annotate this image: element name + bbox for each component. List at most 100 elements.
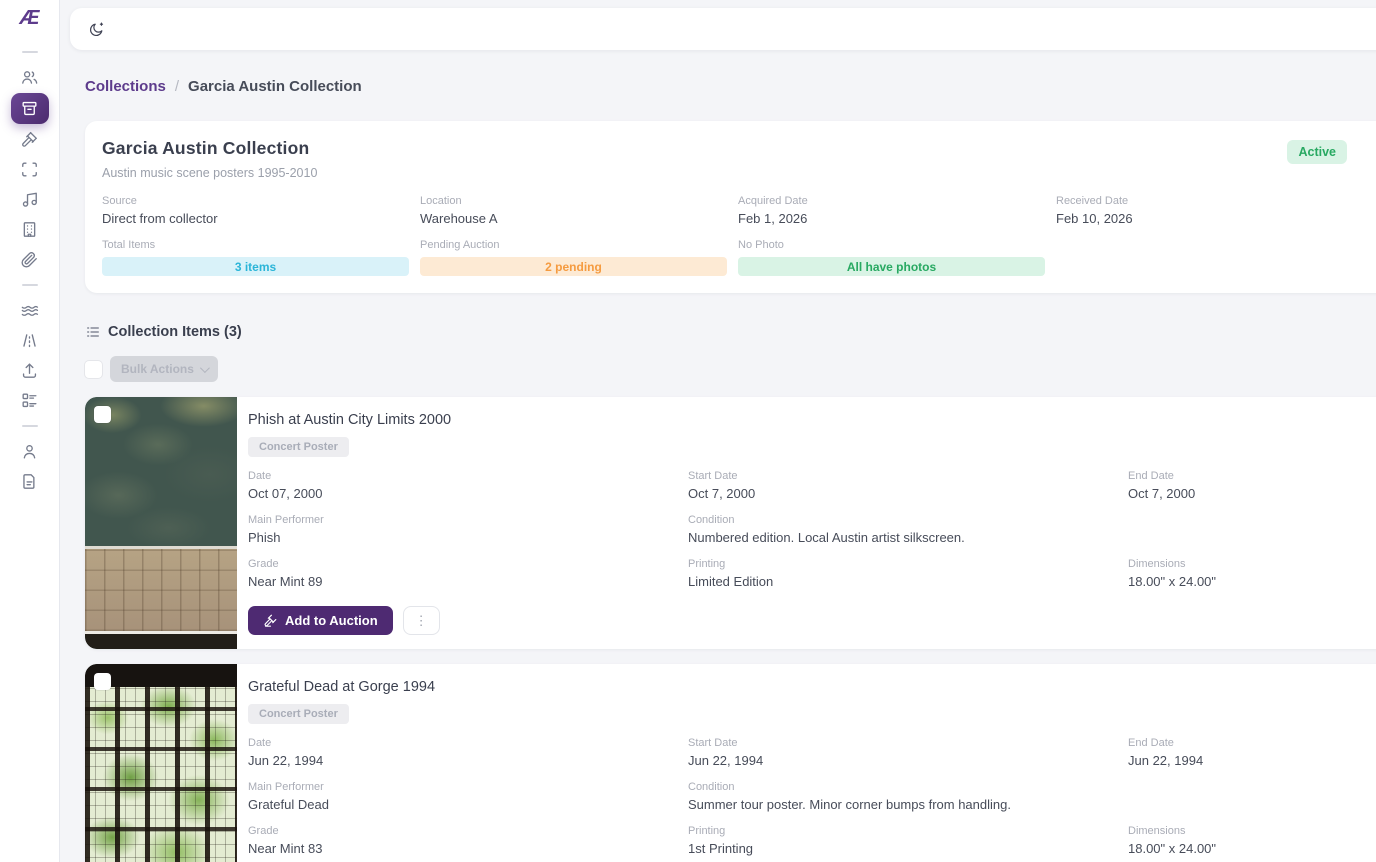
sidebar-item-music[interactable] xyxy=(11,185,49,214)
field-value: Feb 10, 2026 xyxy=(1056,211,1374,226)
collection-fields: Source Direct from collector Location Wa… xyxy=(102,195,1374,226)
add-to-auction-button[interactable]: Add to Auction xyxy=(248,606,393,635)
divider xyxy=(22,51,38,53)
item-fields: DateOct 07, 2000 Start DateOct 7, 2000 E… xyxy=(248,470,1376,589)
music-note-icon xyxy=(20,190,39,209)
field: GradeNear Mint 83 xyxy=(248,825,688,856)
bulk-actions-label: Bulk Actions xyxy=(121,362,194,376)
item-body: Phish at Austin City Limits 2000 Concert… xyxy=(237,397,1376,649)
sidebar-item-profile[interactable] xyxy=(11,437,49,466)
topbar xyxy=(70,8,1376,50)
item-thumbnail[interactable] xyxy=(85,664,237,862)
item-card: Phish at Austin City Limits 2000 Concert… xyxy=(85,397,1376,649)
item-checkbox[interactable] xyxy=(94,673,111,690)
bulk-actions-button[interactable]: Bulk Actions xyxy=(110,356,218,382)
road-icon xyxy=(20,331,39,350)
breadcrumb-separator: / xyxy=(175,78,179,95)
sidebar-item-users[interactable] xyxy=(11,63,49,92)
field xyxy=(1128,781,1376,812)
items-section-title: Collection Items (3) xyxy=(108,324,242,340)
field: DateJun 22, 1994 xyxy=(248,737,688,768)
waves-icon xyxy=(20,301,39,320)
breadcrumb: Collections / Garcia Austin Collection xyxy=(85,78,1376,95)
stat-total-items: Total Items 3 items xyxy=(102,239,420,276)
item-menu-button[interactable]: ⋮ xyxy=(403,606,440,635)
breadcrumb-collections-link[interactable]: Collections xyxy=(85,78,166,95)
stat-label: No Photo xyxy=(738,239,1056,251)
collection-subtitle: Austin music scene posters 1995-2010 xyxy=(102,166,1374,180)
field: Location Warehouse A xyxy=(420,195,738,226)
item-checkbox[interactable] xyxy=(94,406,111,423)
field: Source Direct from collector xyxy=(102,195,420,226)
field xyxy=(1128,514,1376,545)
item-card: Grateful Dead at Gorge 1994 Concert Post… xyxy=(85,664,1376,862)
field: Start DateJun 22, 1994 xyxy=(688,737,1128,768)
sidebar-item-upload[interactable] xyxy=(11,356,49,385)
sidebar-item-waves[interactable] xyxy=(11,296,49,325)
collection-stats: Total Items 3 items Pending Auction 2 pe… xyxy=(102,239,1374,276)
sidebar-item-documents[interactable] xyxy=(11,467,49,496)
field-label: Received Date xyxy=(1056,195,1374,207)
field: DateOct 07, 2000 xyxy=(248,470,688,501)
item-title: Phish at Austin City Limits 2000 xyxy=(248,412,1376,428)
field: GradeNear Mint 89 xyxy=(248,558,688,589)
sidebar-item-scanner[interactable] xyxy=(11,155,49,184)
stat-label: Total Items xyxy=(102,239,420,251)
main-content: Collections / Garcia Austin Collection G… xyxy=(60,0,1376,862)
field: Start DateOct 7, 2000 xyxy=(688,470,1128,501)
divider xyxy=(22,284,38,286)
sidebar: Æ xyxy=(0,0,60,862)
stat-pending-auction: Pending Auction 2 pending xyxy=(420,239,738,276)
breadcrumb-current: Garcia Austin Collection xyxy=(188,78,362,95)
field-label: Location xyxy=(420,195,738,207)
archive-box-icon xyxy=(20,99,39,118)
app-logo[interactable]: Æ xyxy=(20,8,40,28)
kebab-icon: ⋮ xyxy=(415,614,428,627)
paperclip-icon xyxy=(20,250,39,269)
sidebar-item-collections[interactable] xyxy=(11,93,49,124)
field: Main PerformerPhish xyxy=(248,514,688,545)
sidebar-item-attachments[interactable] xyxy=(11,245,49,274)
sidebar-item-auctions[interactable] xyxy=(11,125,49,154)
field-value: Warehouse A xyxy=(420,211,738,226)
sidebar-item-forms[interactable] xyxy=(11,386,49,415)
chevron-down-icon xyxy=(200,363,210,373)
field-label: Source xyxy=(102,195,420,207)
field-value: Direct from collector xyxy=(102,211,420,226)
moon-icon[interactable] xyxy=(88,21,105,38)
scan-icon xyxy=(20,160,39,179)
field: ConditionNumbered edition. Local Austin … xyxy=(688,514,1128,545)
bulk-actions-row: Bulk Actions xyxy=(85,356,1376,382)
select-all-checkbox[interactable] xyxy=(85,361,102,378)
status-badge: Active xyxy=(1287,140,1347,164)
item-title: Grateful Dead at Gorge 1994 xyxy=(248,679,1376,695)
upload-icon xyxy=(20,361,39,380)
items-section-header: Collection Items (3) xyxy=(85,324,1376,340)
gavel-icon xyxy=(263,613,278,628)
item-fields: DateJun 22, 1994 Start DateJun 22, 1994 … xyxy=(248,737,1376,856)
field: ConditionSummer tour poster. Minor corne… xyxy=(688,781,1128,812)
list-icon xyxy=(85,324,101,340)
field-label: Acquired Date xyxy=(738,195,1056,207)
building-icon xyxy=(20,220,39,239)
item-thumbnail[interactable] xyxy=(85,397,237,649)
category-chip: Concert Poster xyxy=(248,437,349,457)
field: Main PerformerGrateful Dead xyxy=(248,781,688,812)
category-chip: Concert Poster xyxy=(248,704,349,724)
stat-label: Pending Auction xyxy=(420,239,738,251)
users-icon xyxy=(20,68,39,87)
sidebar-item-organizations[interactable] xyxy=(11,215,49,244)
field: End DateOct 7, 2000 xyxy=(1128,470,1376,501)
collection-header-card: Garcia Austin Collection Austin music sc… xyxy=(85,121,1376,293)
stat-no-photo: No Photo All have photos xyxy=(738,239,1056,276)
field: Dimensions18.00" x 24.00" xyxy=(1128,825,1376,856)
field: Printing1st Printing xyxy=(688,825,1128,856)
item-actions: Add to Auction ⋮ xyxy=(248,606,1376,635)
document-icon xyxy=(20,472,39,491)
field: Dimensions18.00" x 24.00" xyxy=(1128,558,1376,589)
sidebar-item-road[interactable] xyxy=(11,326,49,355)
field: PrintingLimited Edition xyxy=(688,558,1128,589)
gavel-icon xyxy=(20,130,39,149)
stat-badge: All have photos xyxy=(738,257,1045,276)
divider xyxy=(22,425,38,427)
